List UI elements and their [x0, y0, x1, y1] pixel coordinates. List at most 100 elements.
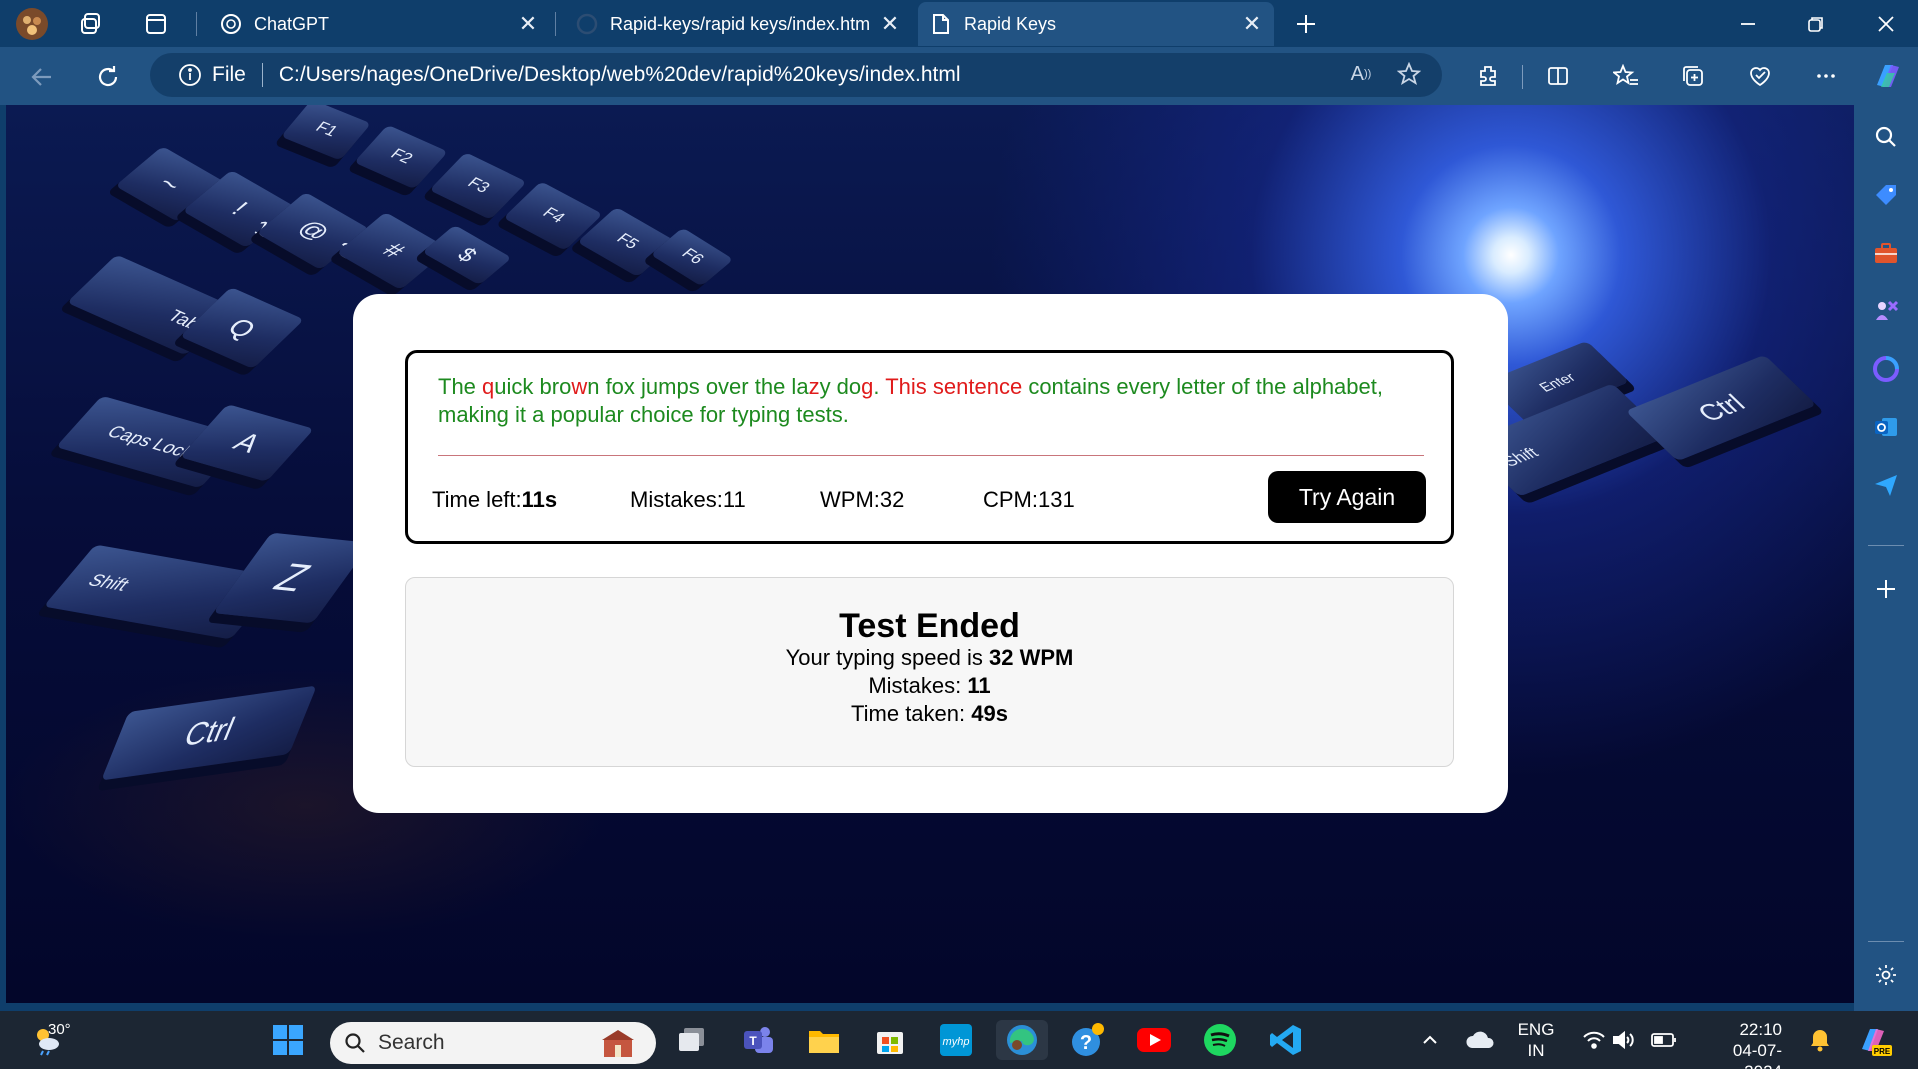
shopping-tag-icon[interactable] [1868, 177, 1904, 213]
browser-tab-bar: ChatGPT ✕ Rapid-keys/rapid keys/index.ht… [0, 0, 1918, 47]
result-title: Test Ended [839, 607, 1020, 645]
volume-icon[interactable] [1604, 1020, 1644, 1060]
cpm-label: CPM: [983, 487, 1038, 512]
sample-text: The quick brown fox jumps over the lazy … [438, 373, 1398, 429]
weather-temp: 30° [48, 1021, 71, 1038]
refresh-icon[interactable] [86, 55, 130, 99]
microsoft-store-icon[interactable] [870, 1020, 910, 1060]
close-tab-icon[interactable]: ✕ [880, 11, 900, 37]
result-time: Time taken: 49s [406, 700, 1453, 728]
search-highlight-icon [596, 1027, 640, 1059]
onedrive-icon[interactable] [1460, 1020, 1500, 1060]
vscode-icon[interactable] [1266, 1020, 1306, 1060]
clock-date: 04-07-2024 [1732, 1041, 1782, 1069]
tab-github[interactable]: Rapid-keys/rapid keys/index.htm ✕ [564, 2, 912, 46]
mistakes-stat: Mistakes:11 [630, 487, 746, 513]
split-screen-icon[interactable] [1540, 58, 1576, 94]
copilot-icon[interactable] [1870, 58, 1906, 94]
text-segment: q [482, 374, 495, 399]
settings-gear-icon[interactable] [1868, 957, 1904, 993]
close-window-icon[interactable] [1858, 0, 1914, 47]
myhp-icon[interactable]: myhp [936, 1020, 976, 1060]
text-segment: This [885, 374, 927, 399]
language-indicator[interactable]: ENG IN [1514, 1019, 1558, 1061]
back-icon[interactable] [20, 55, 64, 99]
wpm-value: 32 [879, 487, 905, 512]
text-segment: The [438, 374, 483, 399]
copilot-pre-icon[interactable]: PRE [1854, 1020, 1894, 1060]
mistakes-value: 11 [722, 487, 746, 512]
address-bar[interactable]: File C:/Users/nages/OneDrive/Desktop/web… [150, 53, 1442, 97]
send-icon[interactable] [1868, 467, 1904, 503]
battery-icon[interactable] [1644, 1020, 1684, 1060]
teams-icon[interactable]: T [738, 1020, 778, 1060]
key-dollar: $ [422, 224, 512, 286]
text-segment: w [571, 374, 588, 399]
edge-taskbar-icon[interactable] [996, 1020, 1048, 1060]
close-tab-icon[interactable]: ✕ [1242, 11, 1262, 37]
favorites-icon[interactable] [1608, 58, 1644, 94]
extensions-icon[interactable] [1470, 58, 1506, 94]
scheme-label: File [212, 63, 246, 86]
time-left-value: 11s [521, 487, 558, 512]
file-explorer-icon[interactable] [804, 1020, 844, 1060]
speed-prefix: Your typing speed is [785, 645, 990, 670]
close-tab-icon[interactable]: ✕ [518, 11, 538, 37]
time-prefix: Time taken: [851, 701, 972, 726]
windows-start-icon[interactable] [268, 1020, 308, 1060]
browser-essentials-icon[interactable] [1742, 58, 1778, 94]
speed-value: 32 WPM [989, 645, 1074, 670]
language-line1: ENG [1517, 1020, 1555, 1039]
restore-icon[interactable] [1788, 0, 1844, 47]
svg-text:PRE: PRE [1874, 1047, 1891, 1056]
youtube-icon[interactable] [1134, 1020, 1174, 1060]
more-options-icon[interactable] [1808, 58, 1844, 94]
add-sidebar-icon[interactable] [1868, 571, 1904, 607]
language-line2: IN [1527, 1041, 1545, 1060]
games-icon[interactable] [1868, 293, 1904, 329]
svg-text:myhp: myhp [943, 1036, 970, 1048]
outlook-icon[interactable] [1868, 409, 1904, 445]
time-left-label: Time left: [432, 487, 522, 512]
search-icon[interactable] [1868, 119, 1904, 155]
tab-chatgpt[interactable]: ChatGPT ✕ [208, 2, 550, 46]
favorite-star-icon[interactable] [1394, 59, 1424, 89]
clock[interactable]: 22:10 04-07-2024 [1696, 1019, 1796, 1069]
tab-title: Rapid-keys/rapid keys/index.htm [610, 13, 871, 34]
time-taken-value: 49s [971, 701, 1008, 726]
windows-taskbar: 30° Search T myhp ? ENG IN 22:10 04-07- … [0, 1011, 1918, 1069]
read-aloud-icon[interactable]: A)) [1346, 59, 1376, 89]
notification-bell-icon[interactable] [1800, 1020, 1840, 1060]
typing-area[interactable]: The quick brown fox jumps over the lazy … [405, 350, 1454, 544]
chatgpt-icon [220, 13, 242, 35]
mistakes-count: 11 [967, 673, 991, 698]
browser-toolbar: File C:/Users/nages/OneDrive/Desktop/web… [0, 47, 1918, 105]
new-tab-icon[interactable] [1288, 6, 1324, 42]
profile-avatar[interactable] [14, 6, 50, 42]
collections-icon[interactable] [1675, 58, 1711, 94]
copilot-sidebar-icon[interactable] [1868, 351, 1904, 387]
info-icon[interactable] [176, 61, 204, 89]
result-mistakes: Mistakes: 11 [406, 672, 1453, 700]
mistakes-label: Mistakes: [630, 487, 723, 512]
help-icon[interactable]: ? [1068, 1020, 1108, 1060]
key-ctrl-right: Ctrl [1625, 354, 1817, 462]
url-text[interactable]: C:/Users/nages/OneDrive/Desktop/web%20de… [279, 63, 961, 87]
taskbar-search[interactable]: Search [330, 1022, 656, 1064]
try-again-button[interactable]: Try Again [1268, 471, 1426, 523]
typing-test-card: The quick brown fox jumps over the lazy … [353, 294, 1508, 813]
spotify-icon[interactable] [1200, 1020, 1240, 1060]
result-panel: Test Ended Your typing speed is 32 WPM M… [405, 577, 1454, 767]
github-icon [576, 13, 598, 35]
show-hidden-icons-icon[interactable] [1410, 1020, 1450, 1060]
tab-actions-icon[interactable] [138, 6, 174, 42]
tools-briefcase-icon[interactable] [1868, 235, 1904, 271]
workspaces-icon[interactable] [74, 6, 110, 42]
page-viewport: F1 F2 F3 F4 F5 F6 ~ ! 1 @ 2 # $ Tab Q Ca… [6, 105, 1854, 1003]
text-segment: n fox jumps over the la [587, 374, 809, 399]
task-view-icon[interactable] [672, 1020, 712, 1060]
tab-rapid-keys[interactable]: Rapid Keys ✕ [918, 2, 1274, 46]
text-segment: . [873, 374, 886, 399]
text-segment: y do [819, 374, 862, 399]
minimize-icon[interactable] [1720, 0, 1776, 47]
